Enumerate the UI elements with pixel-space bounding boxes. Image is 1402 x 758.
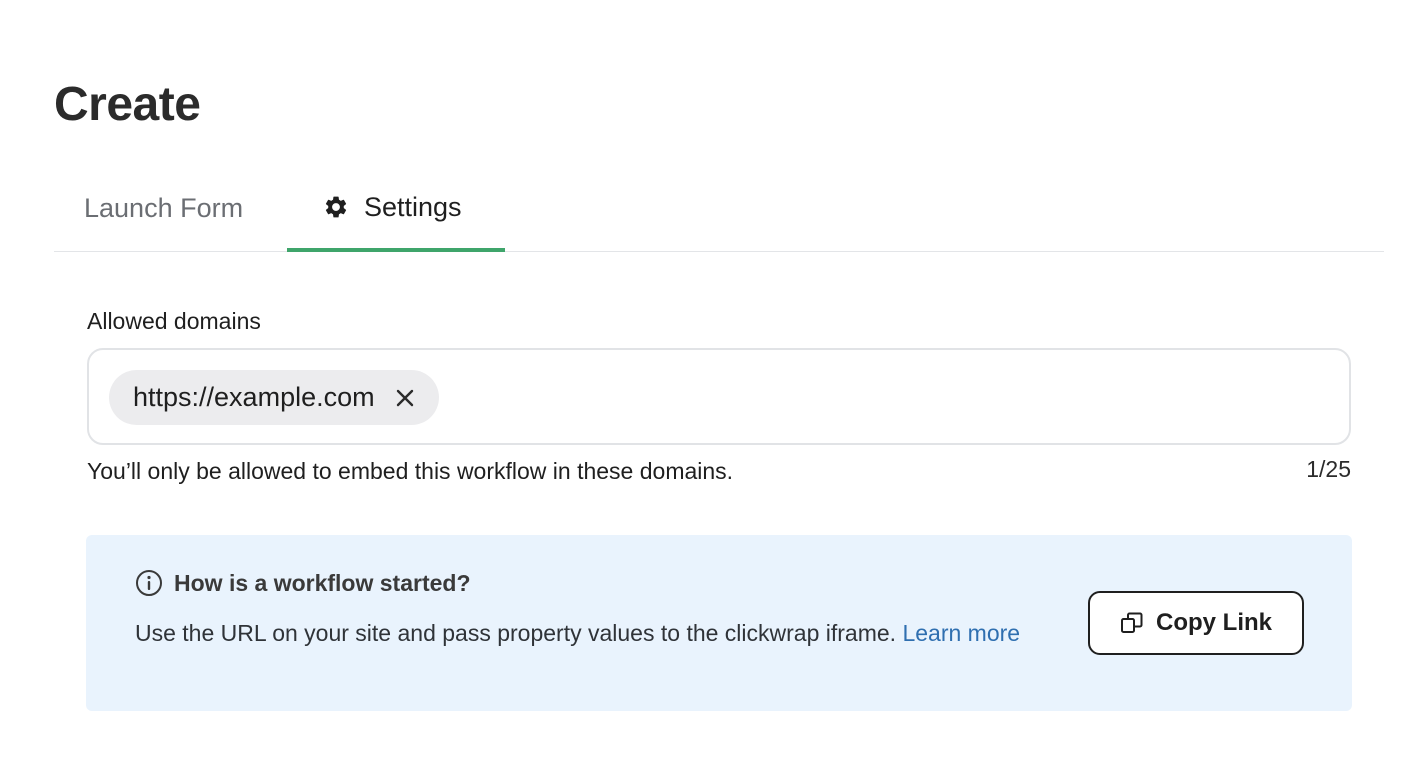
domain-chip: https://example.com (109, 370, 439, 425)
tab-settings-label: Settings (364, 191, 462, 222)
copy-link-button[interactable]: Copy Link (1088, 591, 1304, 655)
page-title: Create (54, 78, 201, 131)
copy-icon (1120, 611, 1144, 635)
allowed-domains-input[interactable]: https://example.com (87, 348, 1351, 445)
close-icon[interactable] (395, 388, 415, 408)
domain-chip-label: https://example.com (133, 382, 375, 412)
info-icon (135, 569, 163, 597)
learn-more-link[interactable]: Learn more (902, 620, 1020, 646)
tab-bar: Launch Form Settings (54, 180, 1384, 252)
info-description-text: Use the URL on your site and pass proper… (135, 620, 903, 646)
allowed-domains-label: Allowed domains (87, 308, 261, 334)
copy-link-label: Copy Link (1155, 609, 1272, 636)
create-page: Create Launch Form Settings Allowed doma… (0, 0, 1402, 758)
allowed-domains-counter: 1/25 (1306, 456, 1351, 482)
allowed-domains-helper: You’ll only be allowed to embed this wor… (87, 458, 734, 484)
info-description: Use the URL on your site and pass proper… (135, 617, 1035, 649)
tab-launch-form-label: Launch Form (84, 192, 244, 223)
tab-launch-form[interactable]: Launch Form (84, 180, 243, 236)
tab-settings[interactable]: Settings (287, 180, 505, 252)
info-title: How is a workflow started? (135, 569, 471, 597)
info-title-text: How is a workflow started? (174, 569, 471, 596)
gear-icon (323, 194, 349, 220)
workflow-info-box: How is a workflow started? Use the URL o… (86, 535, 1352, 711)
